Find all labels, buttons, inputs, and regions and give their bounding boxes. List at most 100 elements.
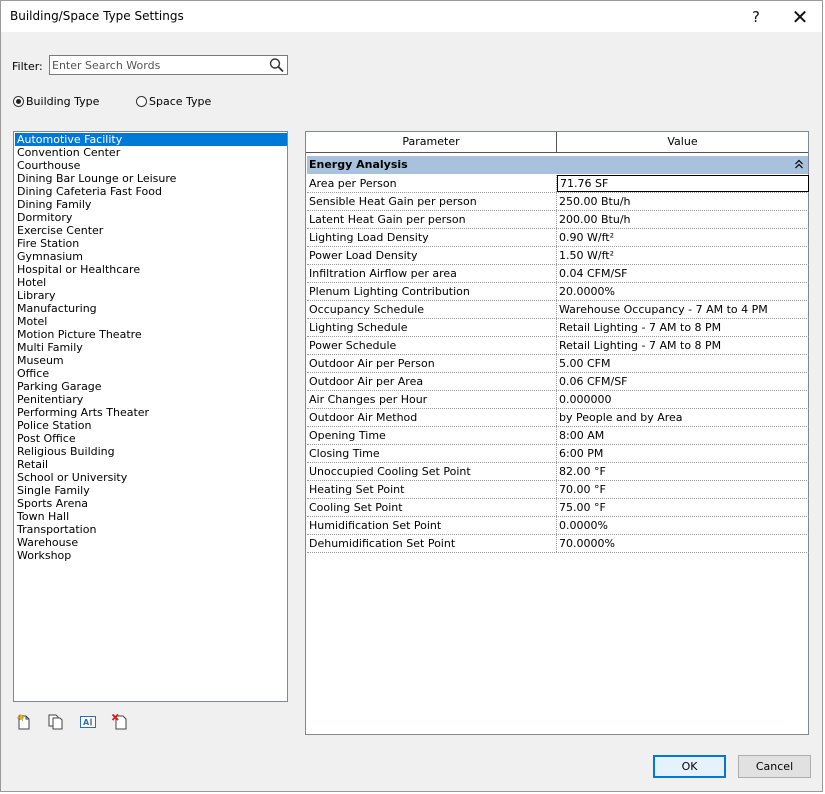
parameter-value-cell[interactable]: 250.00 Btu/h: [557, 193, 809, 210]
parameter-row[interactable]: Air Changes per Hour 0.000000: [307, 391, 809, 409]
parameter-column-header[interactable]: Parameter: [306, 132, 557, 152]
parameter-value-cell[interactable]: 8:00 AM: [557, 427, 809, 444]
parameter-value-cell[interactable]: by People and by Area: [557, 409, 809, 426]
duplicate-type-icon[interactable]: [47, 713, 65, 731]
parameter-name-cell: Unoccupied Cooling Set Point: [307, 463, 557, 480]
building-type-item[interactable]: Fire Station: [15, 237, 287, 250]
building-type-item[interactable]: Convention Center: [15, 146, 287, 159]
parameter-value-cell[interactable]: 0.04 CFM/SF: [557, 265, 809, 282]
parameter-row[interactable]: Unoccupied Cooling Set Point 82.00 °F: [307, 463, 809, 481]
building-type-radio[interactable]: Building Type: [13, 95, 99, 108]
building-type-item[interactable]: Parking Garage: [15, 380, 287, 393]
building-type-item[interactable]: Transportation: [15, 523, 287, 536]
building-type-item[interactable]: Penitentiary: [15, 393, 287, 406]
building-type-item[interactable]: Automotive Facility: [15, 133, 287, 146]
parameter-row[interactable]: Outdoor Air per Area 0.06 CFM/SF: [307, 373, 809, 391]
parameter-value-cell[interactable]: 200.00 Btu/h: [557, 211, 809, 228]
space-type-label: Space Type: [149, 95, 212, 108]
building-type-item[interactable]: Performing Arts Theater: [15, 406, 287, 419]
building-type-item[interactable]: Police Station: [15, 419, 287, 432]
parameter-row[interactable]: Humidification Set Point 0.0000%: [307, 517, 809, 535]
space-type-radio-dot[interactable]: [136, 96, 147, 107]
parameter-row[interactable]: Cooling Set Point 75.00 °F: [307, 499, 809, 517]
parameter-row[interactable]: Outdoor Air per Person 5.00 CFM: [307, 355, 809, 373]
building-type-item[interactable]: Gymnasium: [15, 250, 287, 263]
parameter-row[interactable]: Outdoor Air Method by People and by Area: [307, 409, 809, 427]
parameter-row[interactable]: Lighting Load Density 0.90 W/ft²: [307, 229, 809, 247]
building-type-list[interactable]: Automotive Facility Convention Center Cour…: [13, 131, 288, 702]
parameter-row[interactable]: Sensible Heat Gain per person 250.00 Btu/…: [307, 193, 809, 211]
value-column-header[interactable]: Value: [557, 132, 808, 152]
parameter-row[interactable]: Heating Set Point 70.00 °F: [307, 481, 809, 499]
delete-type-icon[interactable]: [111, 713, 129, 731]
parameter-value-cell[interactable]: Retail Lighting - 7 AM to 8 PM: [557, 319, 809, 336]
filter-label: Filter:: [12, 60, 43, 73]
parameter-row[interactable]: Lighting Schedule Retail Lighting - 7 AM …: [307, 319, 809, 337]
building-type-item[interactable]: Post Office: [15, 432, 287, 445]
parameter-name-cell: Lighting Schedule: [307, 319, 557, 336]
parameter-value-cell[interactable]: 20.0000%: [557, 283, 809, 300]
parameter-row[interactable]: Power Schedule Retail Lighting - 7 AM to …: [307, 337, 809, 355]
building-type-item[interactable]: Museum: [15, 354, 287, 367]
building-type-item[interactable]: Retail: [15, 458, 287, 471]
parameter-value-cell[interactable]: 82.00 °F: [557, 463, 809, 480]
building-type-item[interactable]: Workshop: [15, 549, 287, 562]
rename-type-icon[interactable]: A: [79, 713, 97, 731]
building-type-item[interactable]: Hospital or Healthcare: [15, 263, 287, 276]
building-type-item[interactable]: Sports Arena: [15, 497, 287, 510]
parameter-row[interactable]: Occupancy Schedule Warehouse Occupancy - …: [307, 301, 809, 319]
parameter-row[interactable]: Plenum Lighting Contribution 20.0000%: [307, 283, 809, 301]
search-input[interactable]: [52, 57, 264, 73]
parameter-value-cell[interactable]: 0.000000: [557, 391, 809, 408]
building-type-item[interactable]: Exercise Center: [15, 224, 287, 237]
building-type-item[interactable]: Town Hall: [15, 510, 287, 523]
search-icon[interactable]: [268, 57, 286, 73]
building-type-item[interactable]: Dining Family: [15, 198, 287, 211]
parameter-value-cell[interactable]: 1.50 W/ft²: [557, 247, 809, 264]
building-type-item[interactable]: Courthouse: [15, 159, 287, 172]
parameter-value-cell[interactable]: 0.90 W/ft²: [557, 229, 809, 246]
parameter-row[interactable]: Power Load Density 1.50 W/ft²: [307, 247, 809, 265]
parameter-value-cell[interactable]: 5.00 CFM: [557, 355, 809, 372]
help-button[interactable]: ?: [734, 1, 778, 32]
parameter-value-cell[interactable]: Warehouse Occupancy - 7 AM to 4 PM: [557, 301, 809, 318]
parameter-row[interactable]: Infiltration Airflow per area 0.04 CFM/SF: [307, 265, 809, 283]
building-type-item[interactable]: Motion Picture Theatre: [15, 328, 287, 341]
building-type-item[interactable]: Dining Bar Lounge or Leisure: [15, 172, 287, 185]
building-type-item[interactable]: Religious Building: [15, 445, 287, 458]
new-type-icon[interactable]: [15, 713, 33, 731]
building-type-radio-dot[interactable]: [13, 96, 24, 107]
parameter-value-cell[interactable]: 71.76 SF: [557, 175, 809, 192]
collapse-chevron-icon[interactable]: [794, 156, 804, 174]
building-type-item[interactable]: School or University: [15, 471, 287, 484]
parameter-value-cell[interactable]: 70.0000%: [557, 535, 809, 552]
building-type-item[interactable]: Dining Cafeteria Fast Food: [15, 185, 287, 198]
parameter-value-cell[interactable]: 70.00 °F: [557, 481, 809, 498]
parameter-row[interactable]: Latent Heat Gain per person 200.00 Btu/h: [307, 211, 809, 229]
building-type-item[interactable]: Office: [15, 367, 287, 380]
energy-analysis-group-header[interactable]: Energy Analysis: [307, 156, 808, 174]
parameter-name-cell: Dehumidification Set Point: [307, 535, 557, 552]
parameter-value-cell[interactable]: 6:00 PM: [557, 445, 809, 462]
parameter-row[interactable]: Dehumidification Set Point 70.0000%: [307, 535, 809, 553]
building-type-item[interactable]: Hotel: [15, 276, 287, 289]
building-type-item[interactable]: Library: [15, 289, 287, 302]
building-type-item[interactable]: Dormitory: [15, 211, 287, 224]
building-type-item[interactable]: Multi Family: [15, 341, 287, 354]
building-type-item[interactable]: Manufacturing: [15, 302, 287, 315]
parameter-value-cell[interactable]: Retail Lighting - 7 AM to 8 PM: [557, 337, 809, 354]
parameter-row[interactable]: Closing Time 6:00 PM: [307, 445, 809, 463]
parameter-value-cell[interactable]: 75.00 °F: [557, 499, 809, 516]
parameter-value-cell[interactable]: 0.0000%: [557, 517, 809, 534]
cancel-button[interactable]: Cancel: [738, 755, 811, 778]
parameter-row[interactable]: Opening Time 8:00 AM: [307, 427, 809, 445]
ok-button[interactable]: OK: [653, 755, 726, 778]
parameter-row[interactable]: Area per Person 71.76 SF: [307, 175, 809, 193]
space-type-radio[interactable]: Space Type: [136, 95, 211, 108]
building-type-item[interactable]: Motel: [15, 315, 287, 328]
parameter-value-cell[interactable]: 0.06 CFM/SF: [557, 373, 809, 390]
building-type-item[interactable]: Warehouse: [15, 536, 287, 549]
close-button[interactable]: ✕: [778, 1, 822, 32]
building-type-item[interactable]: Single Family: [15, 484, 287, 497]
parameter-name-cell: Outdoor Air per Person: [307, 355, 557, 372]
